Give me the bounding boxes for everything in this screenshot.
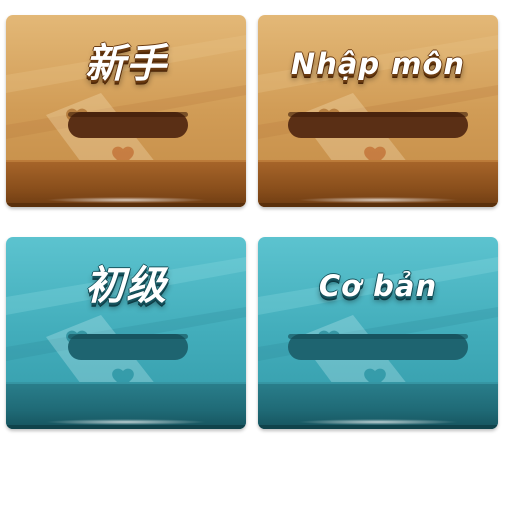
card-title: Nhập môn xyxy=(290,47,466,81)
level-card-novice-vi[interactable]: Nhập môn xyxy=(258,15,498,207)
level-card-beginner-vi[interactable]: Cơ bản xyxy=(258,237,498,429)
card-title: 初级 xyxy=(85,263,167,309)
level-card-novice-cn[interactable]: 新手 xyxy=(6,15,246,207)
level-select-sheet: 新手 Nhập môn 初级 Cơ bản xyxy=(0,0,512,512)
card-title: Cơ bản xyxy=(318,269,438,303)
card-title: 新手 xyxy=(85,41,167,87)
level-card-beginner-cn[interactable]: 初级 xyxy=(6,237,246,429)
